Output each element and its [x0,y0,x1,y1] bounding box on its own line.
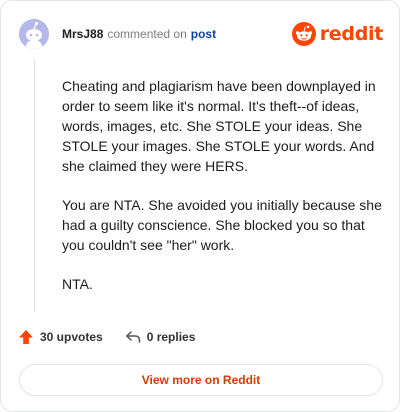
replies-button[interactable]: 0 replies [125,329,196,345]
avatar[interactable] [19,19,49,49]
comment-body: Cheating and plagiarism have been downpl… [62,76,382,313]
upvote-button[interactable]: 30 upvotes [18,329,103,345]
reply-arrow-icon [125,331,140,343]
upvote-arrow-icon [19,330,33,344]
action-text: commented on [107,27,187,41]
comment-meta: MrsJ88 commented on post [62,27,216,41]
thread-line [34,59,35,312]
comment-actions: 30 upvotes 0 replies [18,329,195,345]
comment-header: MrsJ88 commented on post reddit [19,18,383,50]
comment-paragraph: Cheating and plagiarism have been downpl… [62,78,376,174]
post-link[interactable]: post [191,27,216,41]
comment-paragraph: NTA. [62,276,93,292]
username-link[interactable]: MrsJ88 [62,27,103,41]
comment-paragraph: You are NTA. She avoided you initially b… [62,197,382,253]
reddit-logo[interactable]: reddit [291,22,384,46]
upvote-count: 30 upvotes [40,330,103,344]
reddit-wordmark: reddit [319,23,384,45]
view-more-on-reddit-button[interactable]: View more on Reddit [19,364,383,396]
replies-count: 0 replies [146,330,196,344]
reddit-snoo-icon [291,22,316,46]
snoo-avatar-icon [19,19,49,49]
comment-embed-card: MrsJ88 commented on post reddit Cheating… [0,0,400,412]
